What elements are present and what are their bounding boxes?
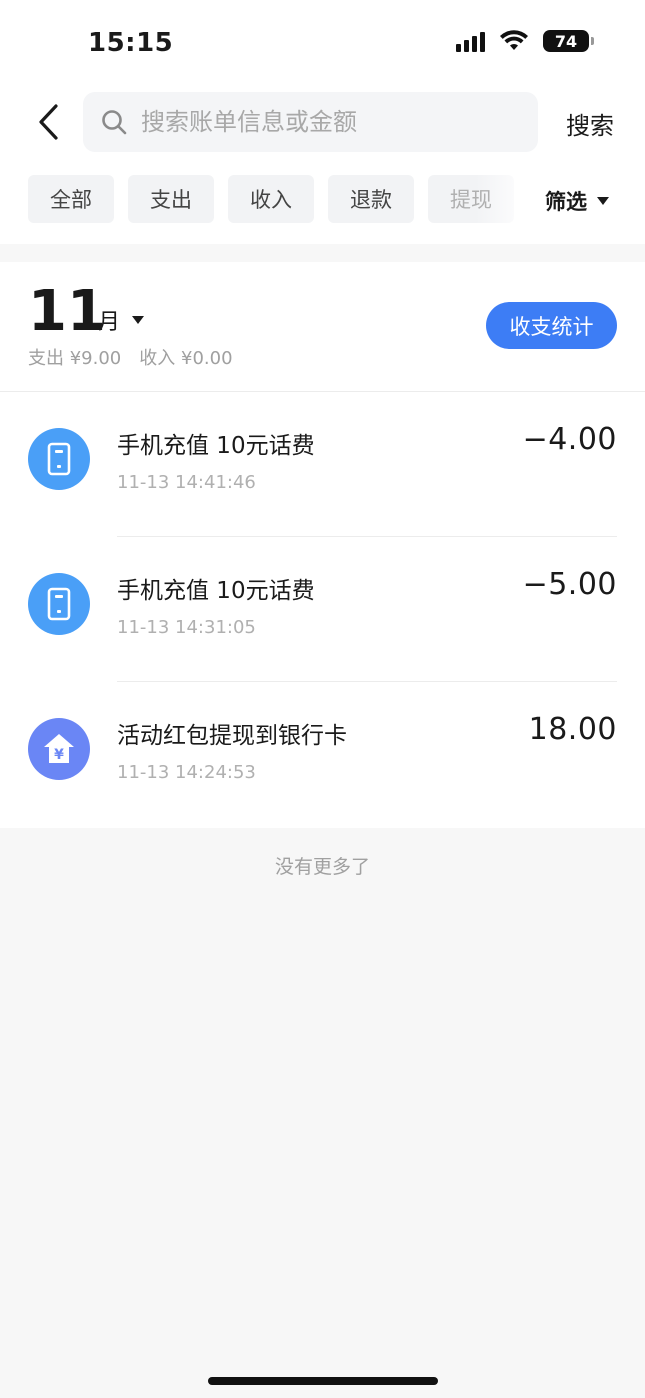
back-button[interactable] bbox=[30, 100, 66, 144]
cellular-signal-icon bbox=[456, 30, 485, 52]
transaction-row[interactable]: ¥ 活动红包提现到银行卡 11-13 14:24:53 18.00 bbox=[0, 682, 645, 827]
filter-tabs: 全部 支出 收入 退款 提现 bbox=[28, 175, 514, 223]
transaction-list: 手机充值 10元话费 11-13 14:41:46 −4.00 手机充值 10元… bbox=[0, 392, 645, 828]
phone-recharge-icon bbox=[28, 428, 90, 490]
expense-total: 支出 ¥9.00 bbox=[28, 348, 122, 369]
month-summary: 支出 ¥9.00 收入 ¥0.00 bbox=[28, 344, 233, 370]
transaction-time: 11-13 14:31:05 bbox=[117, 617, 256, 638]
search-button[interactable]: 搜索 bbox=[566, 106, 614, 141]
transaction-amount: −4.00 bbox=[522, 422, 617, 457]
transaction-amount: −5.00 bbox=[522, 567, 617, 602]
phone-recharge-icon bbox=[28, 573, 90, 635]
transaction-time: 11-13 14:24:53 bbox=[117, 762, 256, 783]
filter-button[interactable]: 筛选 bbox=[545, 186, 609, 216]
transaction-row[interactable]: 手机充值 10元话费 11-13 14:31:05 −5.00 bbox=[0, 537, 645, 682]
battery-indicator: 74 bbox=[543, 30, 594, 52]
income-total: 收入 ¥0.00 bbox=[139, 348, 233, 369]
transaction-title: 手机充值 10元话费 bbox=[117, 433, 315, 459]
wifi-icon bbox=[500, 30, 528, 50]
filter-label: 筛选 bbox=[545, 190, 587, 214]
home-indicator[interactable] bbox=[208, 1377, 438, 1385]
stats-button[interactable]: 收支统计 bbox=[486, 302, 617, 349]
transaction-time: 11-13 14:41:46 bbox=[117, 472, 256, 493]
tab-all[interactable]: 全部 bbox=[28, 175, 114, 223]
withdraw-yuan-icon: ¥ bbox=[28, 718, 90, 780]
header-area: 15:15 74 搜索 全部 bbox=[0, 0, 645, 244]
month-picker[interactable]: 月 bbox=[98, 304, 145, 336]
month-header: 11 月 支出 ¥9.00 收入 ¥0.00 收支统计 bbox=[0, 262, 645, 392]
transaction-title: 手机充值 10元话费 bbox=[117, 578, 315, 604]
tab-expense[interactable]: 支出 bbox=[128, 175, 214, 223]
month-number: 11 bbox=[28, 279, 106, 344]
status-icons: 74 bbox=[456, 30, 594, 52]
status-time: 15:15 bbox=[88, 28, 174, 58]
search-icon bbox=[102, 110, 127, 135]
bill-list-page: 15:15 74 搜索 全部 bbox=[0, 0, 645, 1398]
triangle-down-icon bbox=[597, 197, 609, 205]
svg-text:¥: ¥ bbox=[54, 747, 64, 763]
tab-refund[interactable]: 退款 bbox=[328, 175, 414, 223]
tab-withdraw[interactable]: 提现 bbox=[428, 175, 514, 223]
triangle-down-icon bbox=[132, 316, 145, 324]
tab-income[interactable]: 收入 bbox=[228, 175, 314, 223]
transaction-title: 活动红包提现到银行卡 bbox=[117, 723, 347, 749]
month-unit-label: 月 bbox=[98, 310, 121, 335]
search-input[interactable] bbox=[141, 108, 501, 136]
chevron-left-icon bbox=[39, 104, 58, 140]
search-box[interactable] bbox=[83, 92, 538, 152]
transaction-row[interactable]: 手机充值 10元话费 11-13 14:41:46 −4.00 bbox=[0, 392, 645, 537]
no-more-text: 没有更多了 bbox=[274, 856, 370, 878]
transaction-amount: 18.00 bbox=[528, 712, 617, 747]
